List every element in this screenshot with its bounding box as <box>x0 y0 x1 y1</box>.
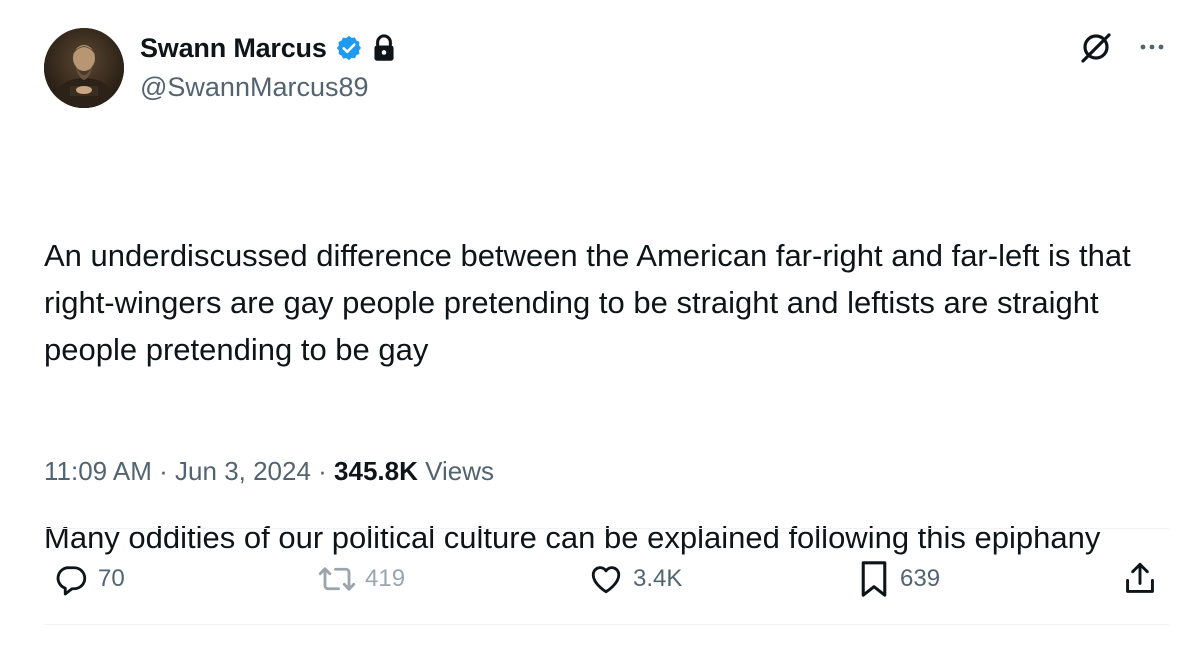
divider <box>44 624 1169 625</box>
reply-count: 70 <box>98 565 125 592</box>
views-count[interactable]: 345.8K <box>334 456 418 486</box>
reply-icon <box>54 561 90 597</box>
tweet-time[interactable]: 11:09 AM <box>44 456 152 486</box>
repost-button[interactable]: 419 <box>317 553 405 605</box>
author-handle[interactable]: @SwannMarcus89 <box>140 72 369 103</box>
like-count: 3.4K <box>633 565 683 592</box>
reply-button[interactable]: 70 <box>54 553 125 605</box>
tweet-header-actions <box>1077 28 1167 66</box>
grok-icon[interactable] <box>1077 28 1115 66</box>
tweet-date[interactable]: Jun 3, 2024 <box>175 456 311 486</box>
bookmark-count: 639 <box>900 565 941 592</box>
meta-separator: · <box>310 456 335 486</box>
share-button[interactable] <box>1122 553 1158 605</box>
share-icon <box>1122 560 1158 598</box>
divider <box>44 528 1169 529</box>
lock-icon <box>371 34 397 62</box>
tweet-card: Swann Marcus @SwannMarcus89 An underdisc… <box>0 0 1199 630</box>
views-label: Views <box>417 456 494 486</box>
author-name-row: Swann Marcus <box>140 30 397 66</box>
tweet-action-bar: 70 419 3.4K 639 <box>0 553 1199 605</box>
avatar[interactable] <box>44 28 124 108</box>
tweet-paragraph: An underdiscussed difference between the… <box>44 238 1140 367</box>
repost-icon <box>317 561 357 597</box>
bookmark-icon <box>856 559 892 599</box>
more-icon[interactable] <box>1137 32 1167 62</box>
portrait-avatar-image <box>44 28 124 108</box>
meta-separator: · <box>151 456 176 486</box>
like-button[interactable]: 3.4K <box>587 553 682 605</box>
tweet-metadata: 11:09 AM · Jun 3, 2024 · 345.8K Views <box>44 456 494 487</box>
bookmark-button[interactable]: 639 <box>856 553 940 605</box>
verified-badge-icon <box>335 34 363 62</box>
repost-count: 419 <box>365 565 406 592</box>
display-name[interactable]: Swann Marcus <box>140 33 327 64</box>
heart-icon <box>587 561 625 597</box>
